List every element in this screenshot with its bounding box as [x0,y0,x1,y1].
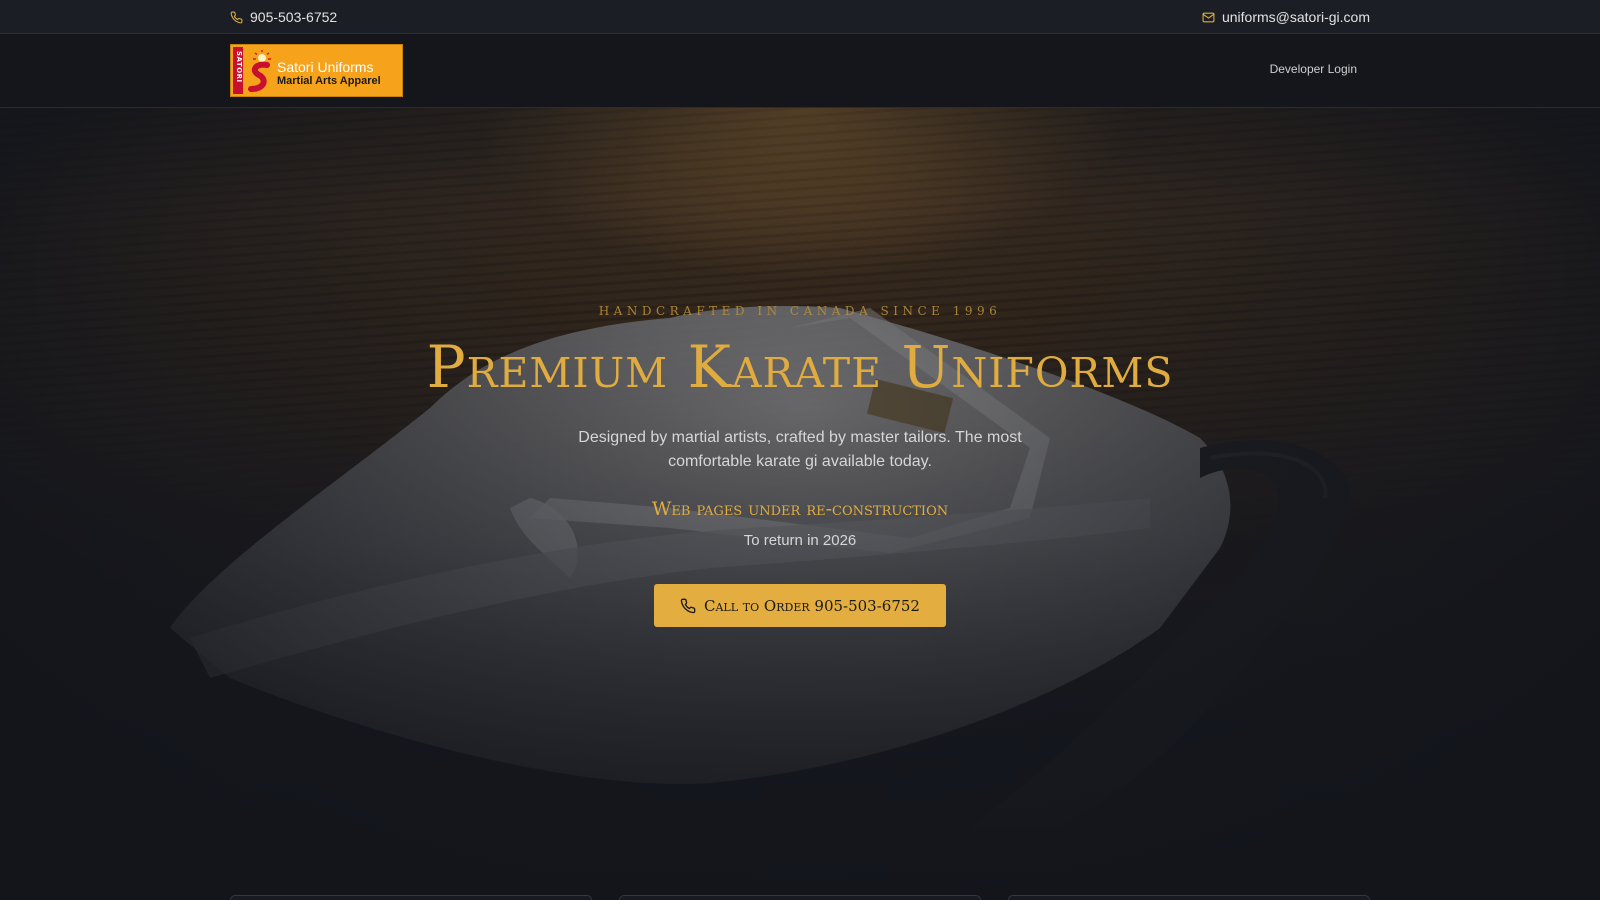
logo-tagline: Martial Arts Apparel [277,75,381,87]
mail-icon [1202,12,1215,22]
logo-title: Satori Uniforms [277,59,374,75]
logo-vertical-bar: SATORI [233,47,243,94]
hero-subtitle: Designed by martial artists, crafted by … [578,429,1022,470]
logo-vertical-text: SATORI [235,51,243,83]
feature-card [1008,895,1370,900]
return-date-text: To return in 2026 [743,532,857,549]
phone-icon [680,598,696,613]
email-contact[interactable]: uniforms@satori-gi.com [1202,9,1370,25]
hero-title: Premium Karate Uniforms [426,333,1174,401]
navbar: SATORI Satori Uniforms Martial Arts Appa… [0,34,1600,108]
feature-card [230,895,592,900]
email-address: uniforms@satori-gi.com [1221,9,1370,25]
feature-card [619,895,981,900]
reconstruction-notice: Web pages under re-construction [651,498,949,520]
contact-bar: 905-503-6752 uniforms@satori-gi.com [0,0,1600,34]
call-to-order-button[interactable]: Call to Order 905-503-6752 [654,584,946,627]
logo-mark-icon [248,50,271,92]
phone-number: 905-503-6752 [250,9,338,25]
developer-login-link[interactable]: Developer Login [1270,62,1357,76]
call-to-order-label: Call to Order 905-503-6752 [704,596,920,615]
phone-icon [230,11,243,23]
logo[interactable]: SATORI Satori Uniforms Martial Arts Appa… [230,44,403,97]
hero-eyebrow: Handcrafted in Canada since 1996 [598,304,1002,318]
phone-contact[interactable]: 905-503-6752 [230,9,337,25]
hero-section: Handcrafted in Canada since 1996 Premium… [0,108,1600,900]
